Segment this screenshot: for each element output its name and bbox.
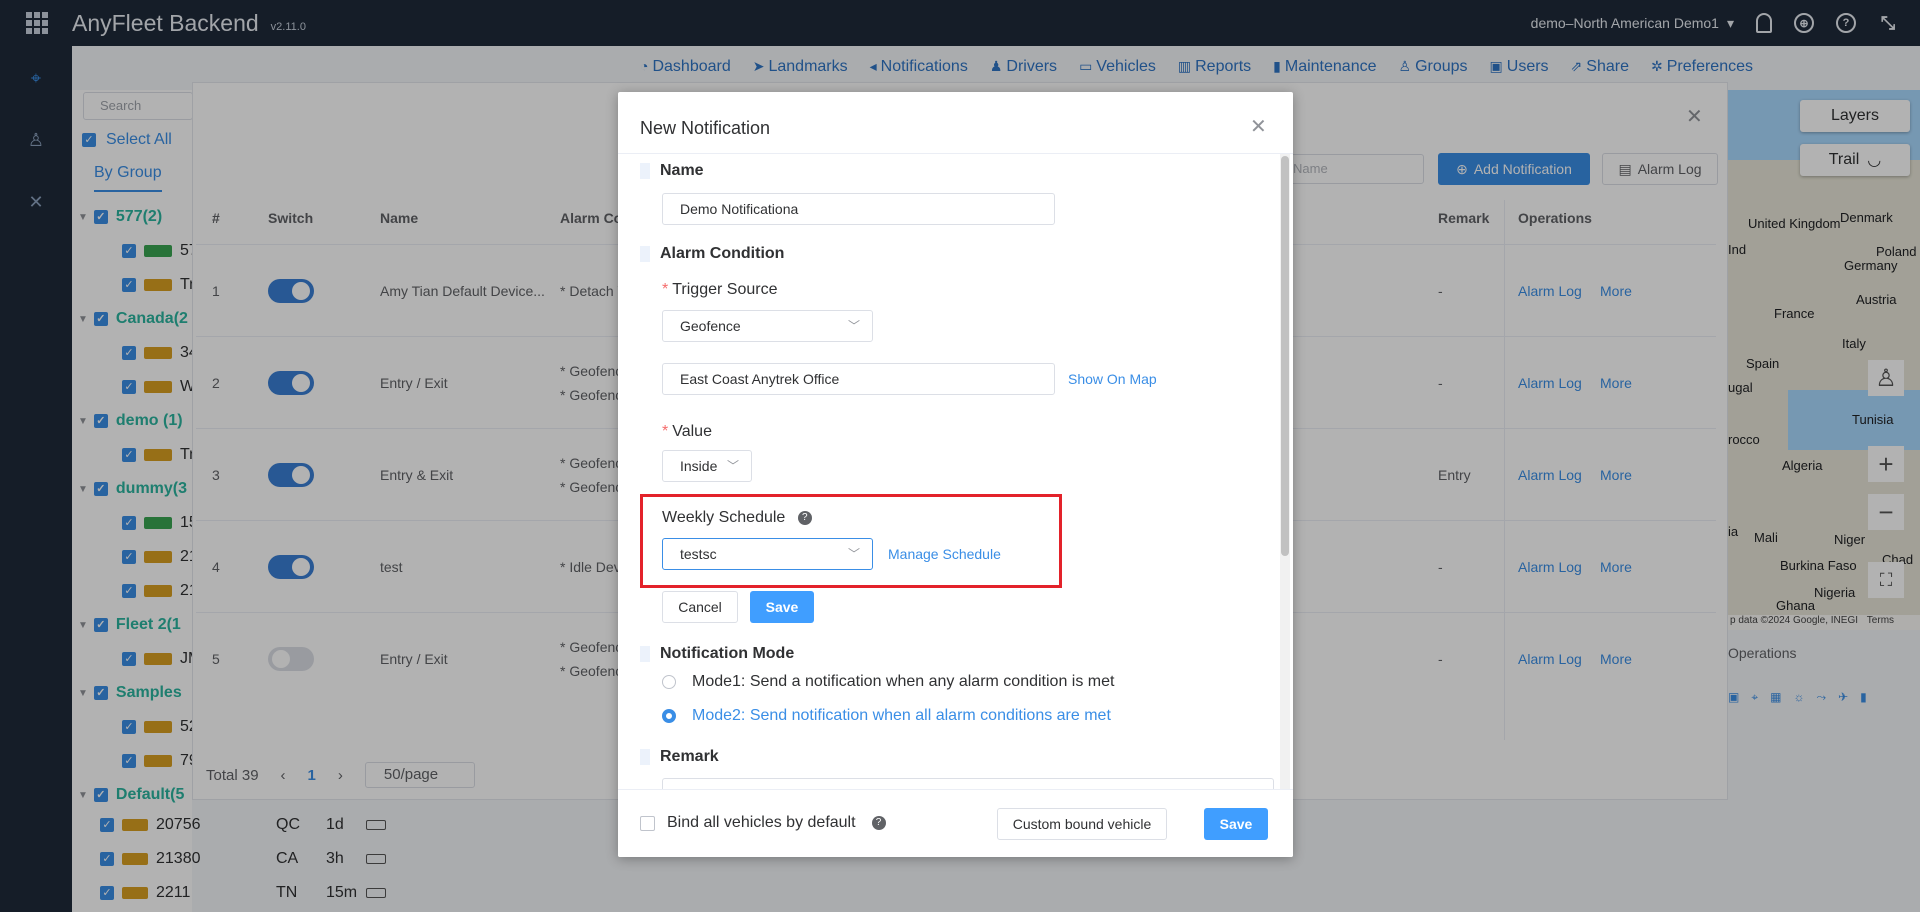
value-text: Value	[672, 423, 712, 440]
chevron-down-icon: ﹀	[847, 547, 860, 561]
scrollbar-thumb[interactable]	[1281, 156, 1289, 556]
custom-bound-vehicle-button[interactable]: Custom bound vehicle	[997, 808, 1167, 840]
section-remark: Remark	[640, 748, 719, 766]
question-circle-icon[interactable]: ?	[797, 510, 812, 525]
required-asterisk: *	[662, 423, 669, 440]
save-button[interactable]: Save	[1204, 808, 1268, 840]
section-remark-label: Remark	[660, 748, 719, 765]
weekly-schedule-label: Weekly Schedule ?	[662, 509, 812, 527]
dialog-footer: Bind all vehicles by default ? Custom bo…	[618, 789, 1293, 857]
mode2-radio[interactable]: Mode2: Send notification when all alarm …	[662, 707, 1111, 725]
section-notification-mode: Notification Mode	[640, 645, 794, 663]
trigger-source-label: * Trigger Source	[662, 281, 777, 299]
cancel-button[interactable]: Cancel	[662, 591, 738, 623]
notification-name-input[interactable]: Demo Notificationa	[662, 193, 1055, 225]
bind-all-vehicles-checkbox[interactable]: Bind all vehicles by default ?	[640, 814, 886, 832]
section-alarm-condition-label: Alarm Condition	[660, 245, 785, 262]
section-alarm-condition: Alarm Condition	[640, 245, 784, 263]
mode1-radio[interactable]: Mode1: Send a notification when any alar…	[662, 673, 1114, 691]
radio-checked-icon	[662, 709, 676, 723]
trigger-source-text: Trigger Source	[672, 281, 778, 298]
trigger-source-value: Geofence	[680, 318, 741, 334]
show-on-map-link[interactable]: Show On Map	[1068, 371, 1157, 387]
chevron-down-icon: ﹀	[726, 459, 739, 473]
mode1-label: Mode1: Send a notification when any alar…	[692, 673, 1115, 690]
required-asterisk: *	[662, 281, 669, 298]
question-circle-icon[interactable]: ?	[871, 816, 886, 830]
section-marker	[640, 163, 650, 179]
manage-schedule-link[interactable]: Manage Schedule	[888, 546, 1001, 562]
section-name: Name	[640, 162, 704, 180]
dialog-divider	[618, 153, 1293, 154]
value-select[interactable]: Inside ﹀	[662, 450, 752, 482]
dialog-scrollbar[interactable]	[1280, 154, 1290, 794]
save-condition-button[interactable]: Save	[750, 591, 814, 623]
weekly-schedule-select[interactable]: testsc ﹀	[662, 538, 873, 570]
bind-all-label: Bind all vehicles by default	[667, 814, 856, 831]
geofence-select[interactable]: East Coast Anytrek Office	[662, 363, 1055, 395]
radio-unchecked-icon	[662, 675, 676, 689]
dialog-title: New Notification	[640, 118, 771, 138]
section-marker	[640, 646, 650, 662]
trigger-source-select[interactable]: Geofence ﹀	[662, 310, 873, 342]
section-notification-mode-label: Notification Mode	[660, 645, 795, 662]
chevron-down-icon: ﹀	[847, 319, 860, 333]
weekly-schedule-value: testsc	[680, 546, 717, 562]
weekly-schedule-text: Weekly Schedule	[662, 509, 786, 526]
close-icon[interactable]: ✕	[1250, 114, 1267, 139]
value-value: Inside	[680, 458, 718, 474]
section-marker	[640, 246, 650, 262]
section-marker	[640, 749, 650, 765]
mode2-label: Mode2: Send notification when all alarm …	[692, 707, 1111, 724]
checkbox-unchecked-icon	[640, 815, 655, 831]
section-name-label: Name	[660, 162, 704, 179]
value-label: * Value	[662, 423, 712, 441]
new-notification-dialog: New Notification ✕ Name Demo Notificatio…	[618, 92, 1293, 857]
